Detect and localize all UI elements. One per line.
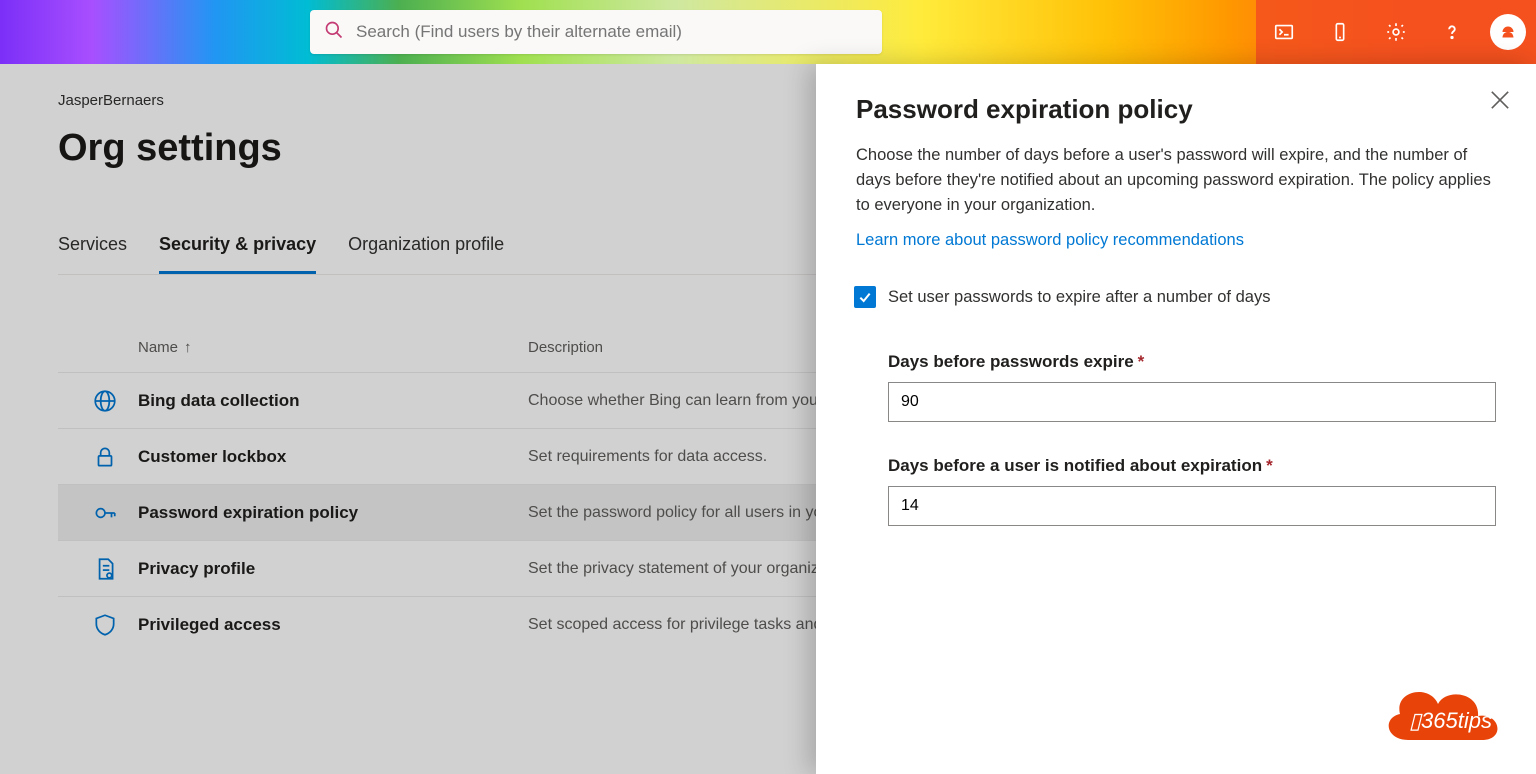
tab-services[interactable]: Services bbox=[58, 234, 127, 274]
column-name-label: Name bbox=[138, 339, 178, 356]
avatar[interactable] bbox=[1480, 0, 1536, 64]
mobile-icon[interactable] bbox=[1312, 0, 1368, 64]
search-input[interactable] bbox=[356, 22, 868, 42]
row-name: Customer lockbox bbox=[138, 447, 528, 467]
panel-title: Password expiration policy bbox=[856, 94, 1496, 125]
days-expire-field: Days before passwords expire* bbox=[888, 352, 1496, 422]
office-icon: ▯ bbox=[1409, 708, 1421, 734]
search-box[interactable] bbox=[310, 10, 882, 54]
row-name: Bing data collection bbox=[138, 391, 528, 411]
expire-checkbox[interactable] bbox=[854, 286, 876, 308]
days-notify-field: Days before a user is notified about exp… bbox=[888, 456, 1496, 526]
document-icon bbox=[72, 556, 138, 582]
key-icon bbox=[72, 500, 138, 526]
shell-icon[interactable] bbox=[1256, 0, 1312, 64]
expire-checkbox-row: Set user passwords to expire after a num… bbox=[854, 286, 1496, 308]
gear-icon[interactable] bbox=[1368, 0, 1424, 64]
help-icon[interactable] bbox=[1424, 0, 1480, 64]
sort-asc-icon: ↑ bbox=[184, 339, 192, 356]
details-panel: Password expiration policy Choose the nu… bbox=[816, 64, 1536, 774]
shield-icon bbox=[72, 612, 138, 638]
close-icon[interactable] bbox=[1486, 86, 1514, 114]
watermark-text: ▯365tips bbox=[1409, 708, 1492, 734]
topbar-actions bbox=[1256, 0, 1536, 64]
column-name[interactable]: Name ↑ bbox=[138, 339, 528, 356]
required-indicator: * bbox=[1138, 352, 1145, 371]
days-notify-label-text: Days before a user is notified about exp… bbox=[888, 456, 1262, 475]
tab-security-privacy[interactable]: Security & privacy bbox=[159, 234, 316, 274]
watermark-label: 365tips bbox=[1421, 708, 1492, 733]
required-indicator: * bbox=[1266, 456, 1273, 475]
row-name: Privileged access bbox=[138, 615, 528, 635]
expire-checkbox-label: Set user passwords to expire after a num… bbox=[888, 288, 1270, 307]
top-bar bbox=[0, 0, 1536, 64]
row-name: Privacy profile bbox=[138, 559, 528, 579]
days-notify-label: Days before a user is notified about exp… bbox=[888, 456, 1496, 476]
row-name: Password expiration policy bbox=[138, 503, 528, 523]
panel-description: Choose the number of days before a user'… bbox=[856, 143, 1496, 217]
search-icon bbox=[324, 20, 356, 45]
tab-organization-profile[interactable]: Organization profile bbox=[348, 234, 504, 274]
lock-icon bbox=[72, 444, 138, 470]
globe-icon bbox=[72, 388, 138, 414]
days-expire-label-text: Days before passwords expire bbox=[888, 352, 1134, 371]
learn-more-link[interactable]: Learn more about password policy recomme… bbox=[856, 231, 1244, 250]
days-notify-input[interactable] bbox=[888, 486, 1496, 526]
days-expire-label: Days before passwords expire* bbox=[888, 352, 1496, 372]
days-expire-input[interactable] bbox=[888, 382, 1496, 422]
